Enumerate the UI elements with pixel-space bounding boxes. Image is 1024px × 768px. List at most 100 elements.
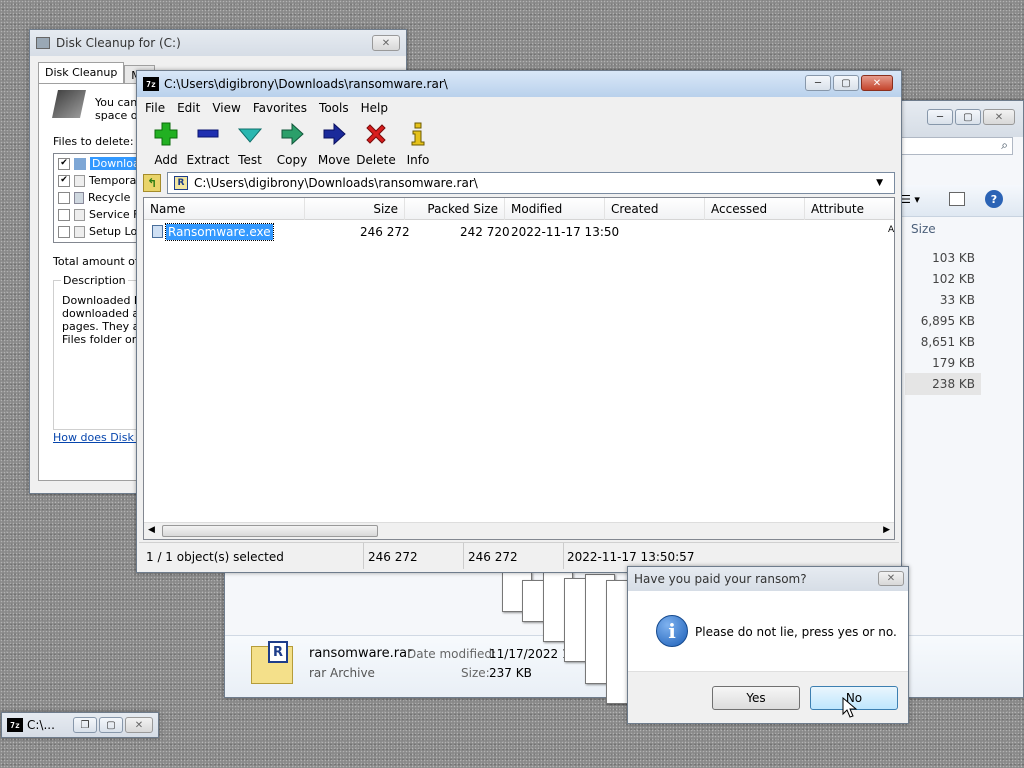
close-icon[interactable]: ✕: [125, 717, 153, 733]
yes-button[interactable]: Yes: [712, 686, 800, 710]
toolbar: Add Extract Test Copy Move Delete Info: [145, 121, 439, 167]
column-packed-size[interactable]: Packed Size: [405, 198, 505, 220]
column-created[interactable]: Created: [605, 198, 705, 220]
column-modified[interactable]: Modified: [505, 198, 605, 220]
file-item-recycle[interactable]: Recycle: [58, 191, 130, 204]
files-to-delete-label: Files to delete:: [53, 135, 134, 148]
dialog-title: Have you paid your ransom?: [634, 572, 807, 586]
close-icon[interactable]: ✕: [861, 75, 893, 91]
checkbox-service[interactable]: [58, 208, 70, 221]
file-item-setup-logs[interactable]: Setup Lo: [58, 225, 137, 238]
file-item-label: Service F: [89, 208, 140, 221]
view-options-icon[interactable]: ☰ ▾: [901, 193, 920, 206]
file-list: Name Size Packed Size Modified Created A…: [143, 197, 895, 540]
minimize-icon[interactable]: ─: [805, 75, 831, 91]
info-icon: i: [656, 615, 688, 647]
folder-icon: [74, 157, 86, 170]
size-cell: 238 KB: [932, 377, 975, 391]
checkbox-setup-logs[interactable]: [58, 225, 70, 238]
column-size[interactable]: Size: [305, 198, 405, 220]
chevron-down-icon[interactable]: ▼: [876, 178, 883, 188]
size-cell: 179 KB: [932, 356, 975, 370]
details-file-type: rar Archive: [309, 666, 375, 680]
menu-help[interactable]: Help: [355, 101, 394, 115]
7zip-title-bar[interactable]: 7z C:\Users\digibrony\Downloads\ransomwa…: [137, 71, 901, 97]
copy-button[interactable]: Copy: [271, 121, 313, 167]
size-cell: 102 KB: [932, 272, 975, 286]
minimize-icon[interactable]: ─: [927, 109, 953, 125]
column-accessed[interactable]: Accessed: [705, 198, 805, 220]
row-name: Ransomware.exe: [165, 223, 274, 241]
table-row[interactable]: Ransomware.exe 246 272 242 720 2022-11-1…: [144, 222, 894, 242]
address-input[interactable]: R C:\Users\digibrony\Downloads\ransomwar…: [167, 172, 895, 194]
scroll-right-icon[interactable]: ▶: [883, 525, 890, 535]
total-amount-label: Total amount of d: [53, 255, 150, 268]
file-item-downloads[interactable]: ✔ Downloa: [58, 157, 142, 170]
tab-disk-cleanup[interactable]: Disk Cleanup: [38, 62, 125, 85]
address-bar: ↰ R C:\Users\digibrony\Downloads\ransomw…: [143, 172, 895, 194]
disk-cleanup-title: Disk Cleanup for (C:): [56, 36, 181, 50]
size-cell: 33 KB: [939, 293, 975, 307]
page-icon: [74, 174, 85, 187]
maximize-icon[interactable]: ▢: [833, 75, 859, 91]
checkbox-recycle[interactable]: [58, 191, 70, 204]
move-button[interactable]: Move: [313, 121, 355, 167]
column-name[interactable]: Name: [144, 198, 305, 220]
size-cell: 103 KB: [932, 251, 975, 265]
search-box[interactable]: ⌕: [893, 137, 1013, 155]
size-column-header[interactable]: Size: [911, 222, 936, 236]
scroll-left-icon[interactable]: ◀: [148, 525, 155, 535]
row-attributes: A: [888, 225, 895, 235]
disk-cleanup-app-icon: [36, 37, 50, 49]
exe-file-icon: [152, 225, 163, 238]
move-arrow-icon: [323, 122, 346, 146]
menu-favorites[interactable]: Favorites: [247, 101, 313, 115]
maximize-icon[interactable]: ▢: [955, 109, 981, 125]
plus-icon: [154, 122, 178, 146]
menu-file[interactable]: File: [139, 101, 171, 115]
extract-button[interactable]: Extract: [187, 121, 230, 167]
minimized-title: C:\...: [27, 718, 55, 732]
test-button[interactable]: Test: [229, 121, 271, 167]
details-file-name: ransomware.rar: [309, 646, 413, 661]
maximize-icon[interactable]: ▢: [99, 717, 123, 733]
menu-edit[interactable]: Edit: [171, 101, 206, 115]
description-line-2: downloaded au: [62, 307, 147, 320]
horizontal-scrollbar[interactable]: ◀ ▶: [144, 522, 894, 539]
checkbox-temporary[interactable]: ✔: [58, 174, 70, 187]
ransom-dialog: Have you paid your ransom? ✕ i Please do…: [627, 566, 909, 724]
help-icon[interactable]: ?: [985, 190, 1003, 208]
size-cell: 8,651 KB: [920, 335, 975, 349]
menu-view[interactable]: View: [206, 101, 246, 115]
disk-cleanup-title-bar[interactable]: Disk Cleanup for (C:) ✕: [30, 30, 406, 56]
7zip-app-icon: 7z: [7, 718, 23, 732]
file-item-service[interactable]: Service F: [58, 208, 139, 221]
file-item-label: Tempora: [89, 174, 137, 187]
info-button[interactable]: Info: [397, 121, 439, 167]
add-button[interactable]: Add: [145, 121, 187, 167]
column-attributes[interactable]: Attribute: [805, 198, 897, 220]
checkbox-downloads[interactable]: ✔: [58, 157, 70, 170]
restore-icon[interactable]: ❐: [73, 717, 97, 733]
date-modified-label: Date modified:: [407, 647, 497, 661]
close-icon[interactable]: ✕: [983, 109, 1015, 125]
dialog-title-bar[interactable]: Have you paid your ransom? ✕: [628, 567, 908, 591]
scrollbar-thumb[interactable]: [162, 525, 378, 537]
close-icon[interactable]: ✕: [372, 35, 400, 51]
size-value: 237 KB: [489, 666, 532, 680]
mouse-cursor-icon: [842, 697, 858, 718]
7zip-app-icon: 7z: [143, 77, 159, 91]
menu-tools[interactable]: Tools: [313, 101, 355, 115]
preview-pane-icon[interactable]: [949, 192, 965, 206]
status-modified: 2022-11-17 13:50:57: [567, 550, 695, 564]
minimized-window[interactable]: 7z C:\... ❐ ▢ ✕: [1, 712, 159, 738]
how-does-disk-cleanup-link[interactable]: How does Disk C: [53, 431, 145, 444]
file-item-temporary[interactable]: ✔ Tempora: [58, 174, 136, 187]
close-icon[interactable]: ✕: [878, 571, 904, 586]
check-icon: [237, 128, 263, 143]
search-icon: ⌕: [1001, 138, 1008, 152]
delete-button[interactable]: Delete: [355, 121, 397, 167]
recycle-bin-icon: [74, 191, 84, 204]
archive-icon: R: [174, 176, 188, 190]
folder-up-icon[interactable]: ↰: [143, 174, 161, 192]
